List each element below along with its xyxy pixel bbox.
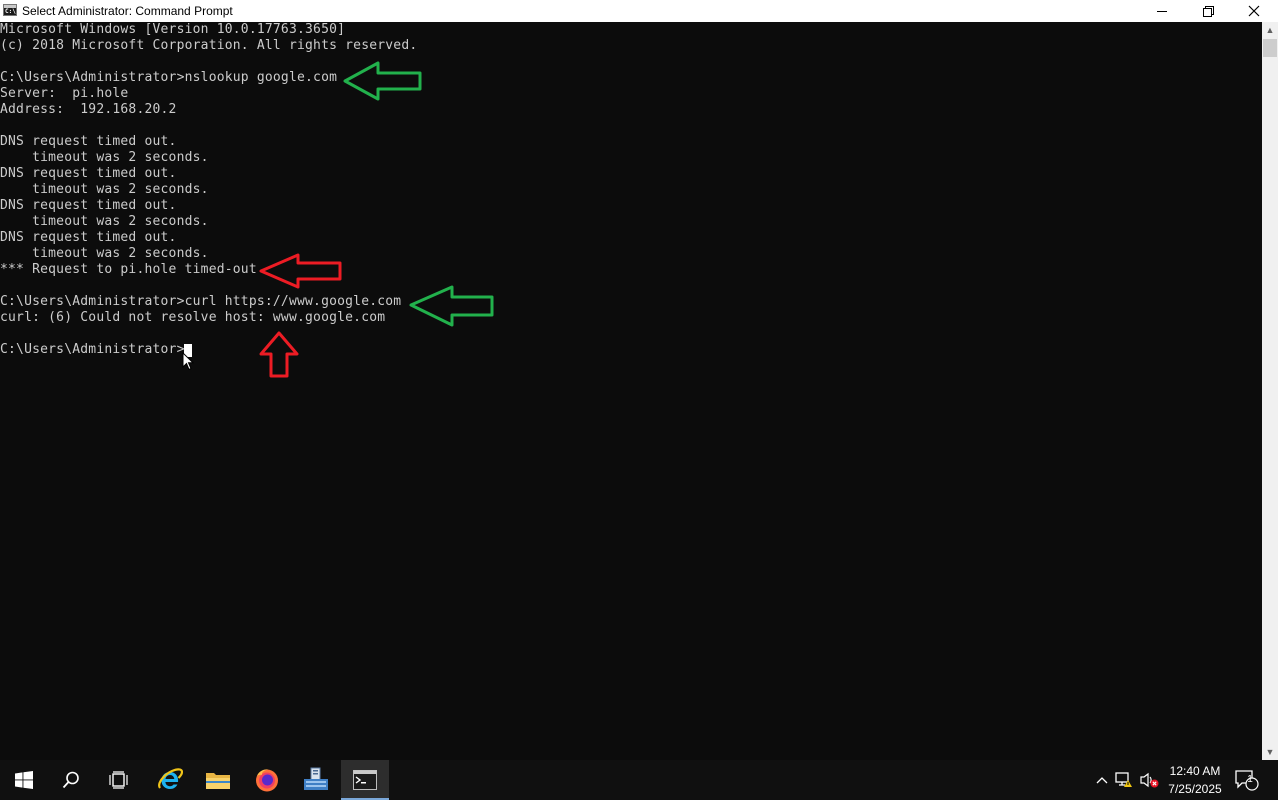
- command-prompt-button[interactable]: [341, 760, 389, 800]
- server-manager-button[interactable]: [292, 760, 340, 800]
- windows-logo-icon: [15, 771, 33, 789]
- clock-time: 12:40 AM: [1169, 764, 1221, 778]
- minimize-button[interactable]: [1139, 0, 1185, 22]
- internet-explorer-button[interactable]: [146, 760, 194, 800]
- scroll-down-icon[interactable]: ▼: [1262, 744, 1278, 760]
- minimize-icon: [1157, 10, 1167, 12]
- system-clock[interactable]: 12:40 AM 7/25/2025: [1160, 762, 1230, 798]
- console-line: timeout was 2 seconds.: [0, 214, 209, 229]
- console-line: timeout was 2 seconds.: [0, 182, 209, 197]
- console-line: *** Request to pi.hole timed-out: [0, 262, 257, 277]
- console-line: timeout was 2 seconds.: [0, 150, 209, 165]
- red-arrow-resolve: [259, 331, 299, 378]
- console-line: timeout was 2 seconds.: [0, 246, 209, 261]
- console-line: curl: (6) Could not resolve host: www.go…: [0, 310, 386, 325]
- chevron-up-icon: [1096, 777, 1108, 784]
- network-status-button[interactable]: [1114, 760, 1136, 800]
- close-button[interactable]: [1231, 0, 1277, 22]
- console-line: DNS request timed out.: [0, 198, 177, 213]
- action-center-button[interactable]: 1: [1232, 760, 1262, 800]
- server-manager-icon: [304, 767, 328, 790]
- console-line: DNS request timed out.: [0, 134, 177, 149]
- start-button[interactable]: [0, 760, 48, 800]
- restore-icon: [1203, 6, 1214, 17]
- vertical-scrollbar[interactable]: ▲ ▼: [1262, 22, 1278, 760]
- network-warning-icon: [1115, 772, 1132, 787]
- console-line: C:\Users\Administrator>nslookup google.c…: [0, 70, 338, 85]
- taskbar: 12:40 AM 7/25/2025 1: [0, 760, 1278, 800]
- clock-date: 7/25/2025: [1168, 782, 1222, 796]
- command-prompt-icon: [353, 770, 377, 790]
- scroll-up-icon[interactable]: ▲: [1262, 22, 1278, 38]
- console-line: DNS request timed out.: [0, 166, 177, 181]
- internet-explorer-icon: [158, 768, 183, 789]
- console-prompt-line: C:\Users\Administrator>: [0, 342, 185, 357]
- task-view-icon: [109, 771, 128, 789]
- file-explorer-button[interactable]: [194, 760, 242, 800]
- console-line: Microsoft Windows [Version 10.0.17763.36…: [0, 22, 346, 37]
- console-line: DNS request timed out.: [0, 230, 177, 245]
- console-line: Server: pi.hole: [0, 86, 129, 101]
- show-hidden-icons-button[interactable]: [1092, 760, 1112, 800]
- notification-count: 1: [1247, 774, 1253, 785]
- console-line: Address: 192.168.20.2: [0, 102, 177, 117]
- folder-icon: [206, 773, 230, 789]
- volume-button[interactable]: [1138, 760, 1160, 800]
- search-button[interactable]: [47, 760, 95, 800]
- firefox-icon: [256, 769, 278, 792]
- mouse-pointer-icon: [182, 352, 194, 371]
- firefox-button[interactable]: [243, 760, 291, 800]
- console-output[interactable]: Microsoft Windows [Version 10.0.17763.36…: [0, 22, 1262, 760]
- window-title: Select Administrator: Command Prompt: [22, 4, 233, 18]
- green-arrow-nslookup: [343, 61, 422, 101]
- title-bar: C:\ Select Administrator: Command Prompt: [0, 0, 1278, 22]
- volume-muted-icon: [1140, 772, 1159, 788]
- console-line: (c) 2018 Microsoft Corporation. All righ…: [0, 38, 418, 53]
- console-line: C:\Users\Administrator>curl https://www.…: [0, 294, 402, 309]
- green-arrow-curl: [409, 285, 494, 327]
- close-icon: [1248, 5, 1260, 17]
- restore-button[interactable]: [1185, 0, 1231, 22]
- command-prompt-icon[interactable]: C:\: [3, 4, 17, 16]
- search-icon: [62, 771, 79, 789]
- scrollbar-thumb[interactable]: [1263, 39, 1277, 57]
- red-arrow-timeout: [259, 253, 342, 289]
- task-view-button[interactable]: [95, 760, 143, 800]
